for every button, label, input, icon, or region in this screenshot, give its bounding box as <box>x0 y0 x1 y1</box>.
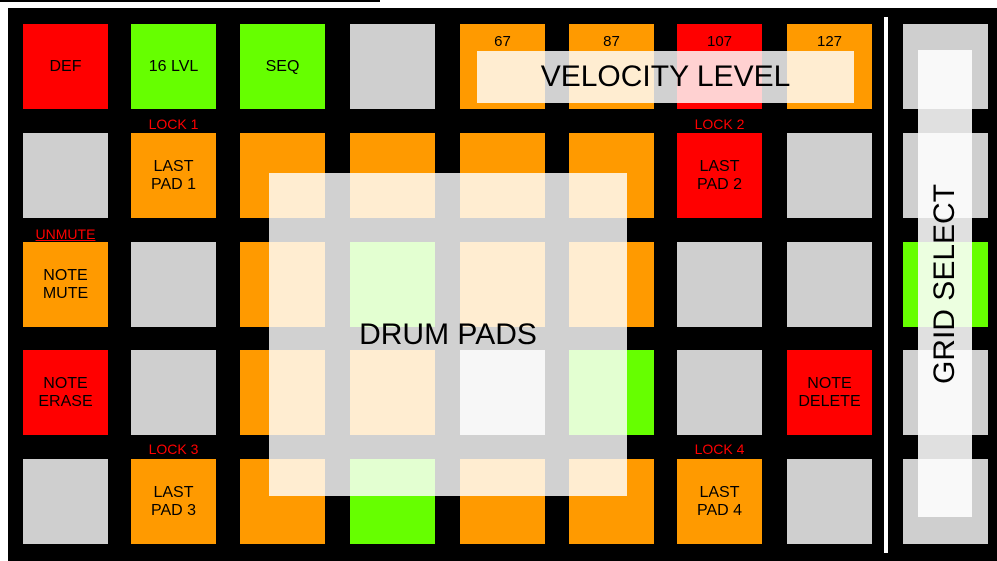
last-pad-4-button[interactable]: LAST PAD 4 <box>677 459 762 544</box>
velocity-value-127: 127 <box>816 33 843 50</box>
16-lvl-button[interactable]: 16 LVL <box>131 24 216 109</box>
note-delete-line2: DELETE <box>798 392 861 410</box>
empty-pad[interactable] <box>787 242 872 327</box>
velocity-value-107: 107 <box>706 33 733 50</box>
last-pad-3-line1: LAST <box>153 483 194 501</box>
note-erase-line2: ERASE <box>38 392 93 410</box>
def-label: DEF <box>49 57 82 75</box>
empty-pad[interactable] <box>677 350 762 435</box>
lock-4-label: LOCK 4 <box>694 441 745 457</box>
last-pad-1-button[interactable]: LAST PAD 1 <box>131 133 216 218</box>
last-pad-4-line2: PAD 4 <box>696 501 743 519</box>
note-mute-line2: MUTE <box>42 284 89 302</box>
last-pad-1-line1: LAST <box>153 157 194 175</box>
drum-pads-title: DRUM PADS <box>359 317 537 351</box>
note-erase-line1: NOTE <box>43 374 88 392</box>
note-mute-button[interactable]: NOTE MUTE <box>23 242 108 327</box>
grid-select-overlay: GRID SELECT <box>918 50 972 517</box>
last-pad-3-button[interactable]: LAST PAD 3 <box>131 459 216 544</box>
velocity-level-title: VELOCITY LEVEL <box>540 60 791 93</box>
note-erase-button[interactable]: NOTE ERASE <box>23 350 108 435</box>
note-mute-line1: NOTE <box>43 266 88 284</box>
last-pad-3-line2: PAD 3 <box>150 501 197 519</box>
seq-button[interactable]: SEQ <box>240 24 325 109</box>
lock-1-label: LOCK 1 <box>148 116 199 132</box>
empty-pad[interactable] <box>787 459 872 544</box>
grid-divider <box>884 17 888 553</box>
last-pad-1-line2: PAD 1 <box>150 175 197 193</box>
note-delete-line1: NOTE <box>807 374 852 392</box>
empty-pad[interactable] <box>131 242 216 327</box>
note-delete-button[interactable]: NOTE DELETE <box>787 350 872 435</box>
def-button[interactable]: DEF <box>23 24 108 109</box>
empty-pad[interactable] <box>350 24 435 109</box>
velocity-value-87: 87 <box>603 33 620 50</box>
empty-pad[interactable] <box>131 350 216 435</box>
16-lvl-label: 16 LVL <box>148 57 199 75</box>
empty-pad[interactable] <box>23 459 108 544</box>
last-pad-2-line2: PAD 2 <box>696 175 743 193</box>
empty-pad[interactable] <box>23 133 108 218</box>
empty-pad[interactable] <box>677 242 762 327</box>
seq-label: SEQ <box>265 57 300 75</box>
grid-select-title: GRID SELECT <box>928 183 962 384</box>
lock-3-label: LOCK 3 <box>148 441 199 457</box>
lock-2-label: LOCK 2 <box>694 116 745 132</box>
velocity-level-overlay: VELOCITY LEVEL <box>477 51 854 103</box>
last-pad-2-line1: LAST <box>699 157 740 175</box>
unmute-label: UNMUTE <box>35 226 96 242</box>
top-border-line <box>0 0 380 2</box>
last-pad-2-button[interactable]: LAST PAD 2 <box>677 133 762 218</box>
drum-pads-overlay: DRUM PADS <box>269 173 627 496</box>
velocity-value-67: 67 <box>494 33 511 50</box>
last-pad-4-line1: LAST <box>699 483 740 501</box>
empty-pad[interactable] <box>787 133 872 218</box>
drum-pad-edge-green <box>628 352 654 433</box>
